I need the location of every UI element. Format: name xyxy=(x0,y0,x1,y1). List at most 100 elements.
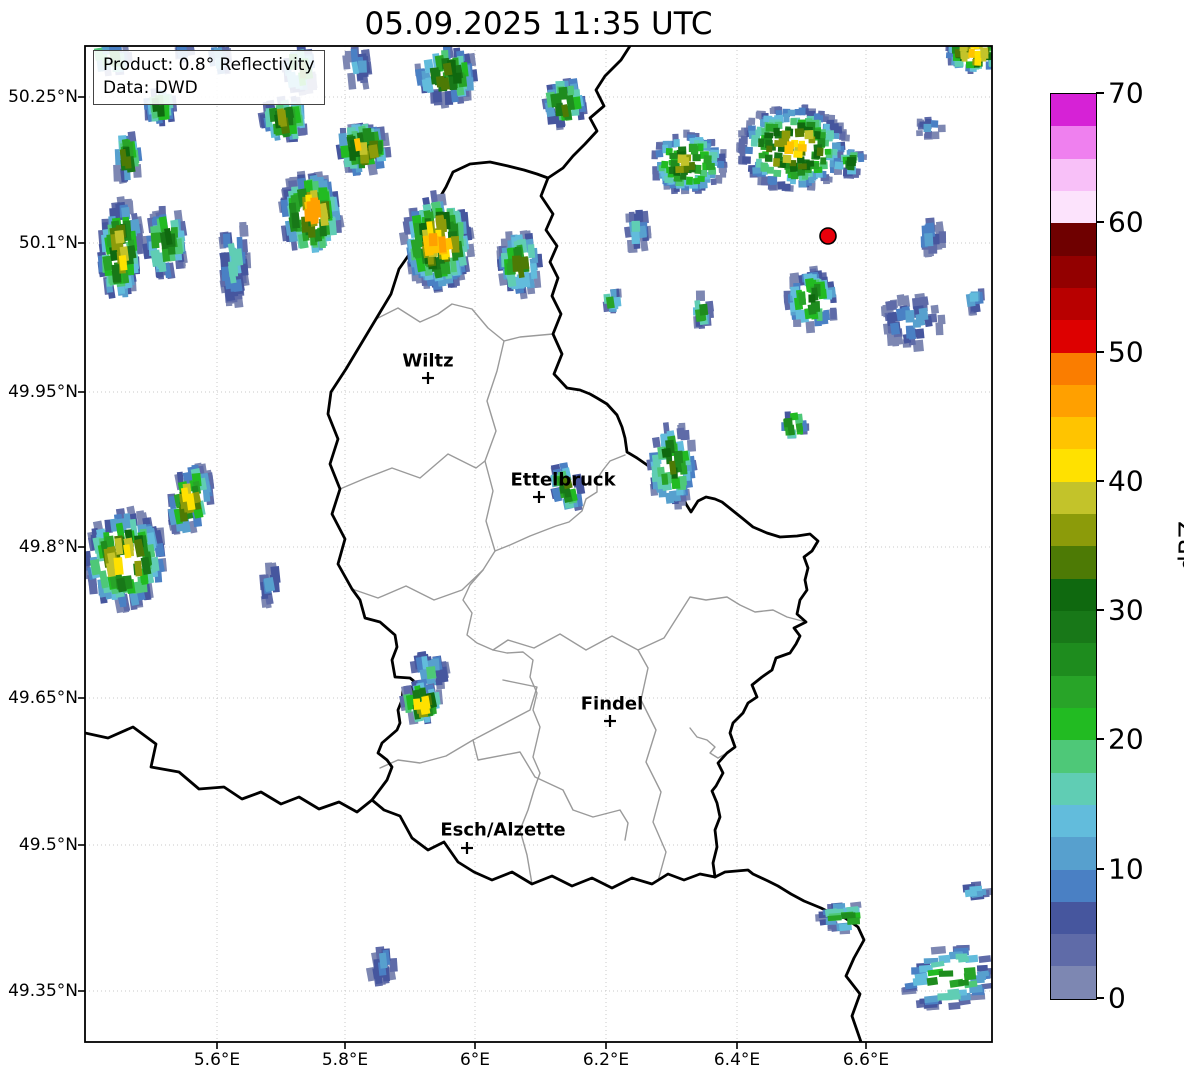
y-tick-label: 49.5°N xyxy=(18,835,78,855)
radar-echo-cell xyxy=(912,319,921,328)
radar-echo-cell xyxy=(113,557,124,576)
colorbar-tick-mark xyxy=(1096,609,1104,612)
radar-echo-cell xyxy=(680,157,690,166)
radar-echo-cell xyxy=(655,149,664,158)
colorbar-tick-label: 70 xyxy=(1108,76,1144,110)
radar-echo-cell xyxy=(951,35,961,44)
radar-echo-cell xyxy=(918,307,929,321)
radar-echo-cell xyxy=(134,560,143,577)
colorbar-segment xyxy=(1051,837,1096,870)
colorbar-segment xyxy=(1051,94,1096,127)
radar-echo-cell xyxy=(965,38,974,45)
radar-echo-cell xyxy=(958,956,970,963)
radar-echo-cell xyxy=(651,436,661,448)
radar-echo-cell xyxy=(228,261,239,274)
radar-echo-cell xyxy=(967,46,974,47)
radar-echo-cell xyxy=(923,123,932,133)
radar-echo-cell xyxy=(675,165,684,174)
product-line: Product: 0.8° Reflectivity xyxy=(103,55,315,75)
y-tick-label: 49.35°N xyxy=(8,981,78,1001)
radar-echo-cell xyxy=(605,296,615,309)
radar-echo-cell xyxy=(938,231,947,244)
radar-echo-cell xyxy=(413,698,421,710)
radar-echo-cell xyxy=(795,422,804,433)
y-tick-label: 50.25°N xyxy=(8,87,78,107)
radar-echo-cell xyxy=(948,38,956,45)
radar-echo-cell xyxy=(765,123,775,132)
radar-echo-cell xyxy=(976,964,988,972)
radar-echo-cell xyxy=(695,290,706,302)
radar-echo-cell xyxy=(968,48,975,58)
colorbar-segment xyxy=(1051,578,1096,611)
radar-echo-cell xyxy=(974,31,980,37)
product-info-box: Product: 0.8° Reflectivity Data: DWD xyxy=(93,50,325,105)
colorbar-tick-mark xyxy=(1096,221,1104,224)
radar-echo-cell xyxy=(668,490,677,502)
city-label: Esch/Alzette xyxy=(440,819,566,841)
colorbar-tick-mark xyxy=(1096,479,1104,482)
radar-echo-cell xyxy=(426,666,437,680)
radar-echo-cell xyxy=(805,160,815,167)
radar-echo-cell xyxy=(699,303,709,316)
radar-echo-cell xyxy=(766,166,774,174)
radar-echo-cell xyxy=(916,130,923,137)
radar-echo-cell xyxy=(693,177,701,185)
radar-echo-cell xyxy=(686,439,697,452)
radar-echo-cell xyxy=(805,321,816,334)
radar-echo-cell xyxy=(889,322,901,336)
radar-echo-cell xyxy=(764,132,774,139)
colorbar xyxy=(1050,93,1097,1000)
radar-echo-cell xyxy=(834,161,844,170)
radar-echo-cell xyxy=(948,1001,961,1010)
radar-echo-cell xyxy=(705,162,716,171)
radar-echo-cell xyxy=(291,212,301,229)
radar-echo-cell xyxy=(797,163,807,170)
radar-echo-cell xyxy=(782,154,792,164)
colorbar-segment xyxy=(1051,481,1096,515)
radar-echo-cell xyxy=(930,304,939,314)
radar-echo-cell xyxy=(826,130,835,140)
colorbar-tick-label: 60 xyxy=(1108,205,1144,239)
radar-echo-cell xyxy=(846,157,856,167)
radar-echo-cell xyxy=(745,146,753,155)
radar-echo-cell xyxy=(794,128,805,138)
colorbar-segment xyxy=(1051,158,1096,191)
radar-echo-cell xyxy=(307,225,316,238)
radar-echo-cell xyxy=(150,232,160,249)
radar-echo-cell xyxy=(808,294,816,303)
colorbar-tick-mark xyxy=(1096,738,1104,741)
colorbar-segment xyxy=(1051,901,1096,935)
radar-echo-cell xyxy=(969,885,983,892)
colorbar-tick-label: 20 xyxy=(1108,722,1144,756)
city-label: Ettelbruck xyxy=(510,469,616,491)
radar-echo-cell xyxy=(794,109,802,116)
colorbar-segment xyxy=(1051,643,1096,676)
y-tick-label: 49.95°N xyxy=(8,382,78,402)
colorbar-tick-label: 40 xyxy=(1108,464,1144,498)
radar-echo-cell xyxy=(358,60,367,73)
colorbar-tick-label: 30 xyxy=(1108,593,1144,627)
radar-echo-cell xyxy=(824,148,831,155)
radar-echo-cell xyxy=(857,153,865,163)
colorbar-segment xyxy=(1051,966,1096,999)
colorbar-axis-label: dBZ xyxy=(1173,520,1184,571)
radar-echo-cell xyxy=(827,914,842,922)
radar-echo-cell xyxy=(717,160,725,169)
colorbar-tick-mark xyxy=(1096,867,1104,870)
radar-echo-cell xyxy=(983,38,989,45)
radar-echo-cell xyxy=(428,233,438,247)
radar-echo-cell xyxy=(661,473,669,486)
radar-echo-cell xyxy=(766,145,773,153)
data-source-line: Data: DWD xyxy=(103,78,198,99)
radar-echo-cell xyxy=(527,244,536,259)
radar-echo-cell xyxy=(952,38,959,45)
colorbar-segment xyxy=(1051,190,1096,224)
radar-echo-cell xyxy=(777,181,786,190)
radar-echo-cell xyxy=(686,176,693,185)
colorbar-tick-label: 10 xyxy=(1108,852,1144,886)
radar-echo-cell xyxy=(567,85,575,96)
radar-echo-cell xyxy=(937,124,946,133)
radar-echo-cell xyxy=(671,477,681,490)
plot-background xyxy=(85,46,992,1042)
radar-echo-cell xyxy=(823,309,831,321)
